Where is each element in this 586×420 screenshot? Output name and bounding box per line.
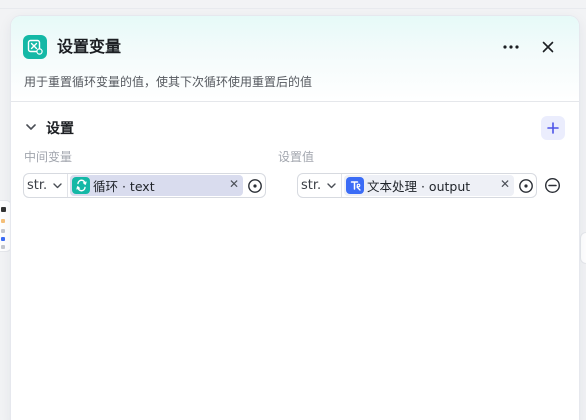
- set-variable-panel: 设置变量 用于重置循环变量的值，使其下次循环使用重置后的值 设置 中间变量 设置…: [11, 16, 579, 420]
- loop-icon: [72, 177, 90, 194]
- variable-tag[interactable]: 循环 · text ✕: [70, 175, 243, 196]
- settings-section-header: 设置: [11, 116, 579, 140]
- section-title: 设置: [46, 121, 74, 137]
- variable-picker-icon[interactable]: [518, 178, 534, 194]
- remove-row-icon[interactable]: [544, 177, 561, 194]
- add-variable-button[interactable]: [541, 116, 565, 140]
- canvas-divider: [0, 8, 586, 9]
- text-process-icon: [346, 177, 364, 194]
- remove-tag-icon[interactable]: ✕: [229, 177, 239, 191]
- value-tag[interactable]: 文本处理 · output ✕: [344, 175, 514, 196]
- remove-tag-icon[interactable]: ✕: [500, 177, 510, 191]
- close-icon: [542, 41, 554, 53]
- set-variable-icon: [23, 35, 47, 59]
- set-value-label: 设置值: [278, 150, 315, 164]
- canvas-node-card-right[interactable]: [580, 232, 586, 264]
- chevron-down-icon: [53, 183, 62, 189]
- variable-tag-label: 循环 · text: [93, 179, 155, 194]
- close-button[interactable]: [536, 36, 560, 58]
- panel-title: 设置变量: [57, 37, 122, 56]
- chevron-down-icon: [327, 183, 336, 189]
- intermediate-variable-label: 中间变量: [24, 150, 73, 164]
- value-tag-label: 文本处理 · output: [367, 179, 471, 194]
- panel-header: 设置变量 用于重置循环变量的值，使其下次循环使用重置后的值: [11, 16, 579, 102]
- type-select-value: str.: [27, 178, 48, 193]
- set-value-field[interactable]: str. 文本处理 · output ✕: [297, 173, 537, 198]
- plus-icon: [547, 122, 559, 134]
- type-select[interactable]: str.: [24, 174, 68, 197]
- more-options-button[interactable]: [499, 36, 523, 58]
- type-select[interactable]: str.: [298, 174, 342, 197]
- panel-description: 用于重置循环变量的值，使其下次循环使用重置后的值: [24, 75, 313, 89]
- intermediate-variable-field[interactable]: str. 循环 · text ✕: [23, 173, 266, 198]
- more-horizontal-icon: [503, 45, 519, 49]
- chevron-down-icon[interactable]: [24, 120, 38, 134]
- variable-picker-icon[interactable]: [247, 178, 263, 194]
- type-select-value: str.: [301, 178, 322, 193]
